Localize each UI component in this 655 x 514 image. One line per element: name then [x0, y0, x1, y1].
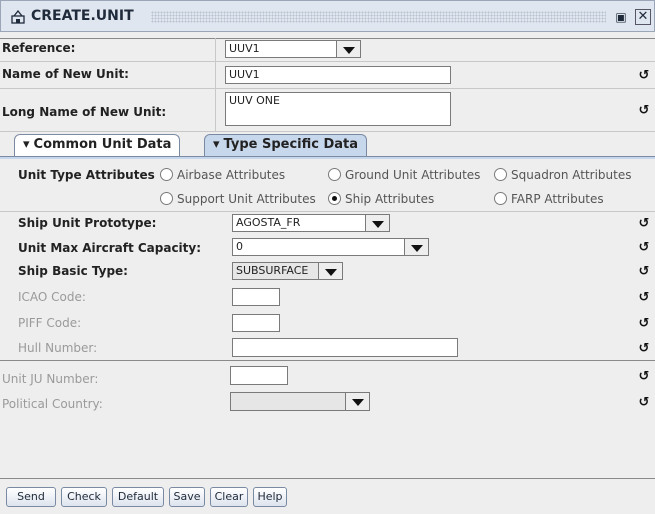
separator [0, 211, 655, 212]
separator [0, 478, 655, 479]
chevron-down-icon[interactable] [345, 393, 369, 410]
chevron-down-icon[interactable] [365, 215, 389, 231]
undo-icon[interactable]: ↺ [636, 240, 652, 256]
ship-prototype-value: AGOSTA_FR [236, 216, 301, 229]
separator [0, 360, 655, 361]
separator [0, 38, 655, 39]
maximize-icon[interactable]: ▣ [613, 9, 629, 25]
undo-icon[interactable]: ↺ [636, 395, 652, 411]
help-button[interactable]: Help [253, 487, 287, 507]
radio-ground-unit[interactable]: Ground Unit Attributes [328, 168, 480, 182]
undo-icon[interactable]: ↺ [636, 341, 652, 357]
reference-label: Reference: [2, 41, 76, 55]
title-bar: CREATE.UNIT ▣ ✕ [0, 0, 655, 32]
tab-underline [0, 156, 655, 159]
separator [0, 61, 655, 62]
unit-ju-field[interactable] [230, 366, 288, 385]
radio-label: Support Unit Attributes [177, 192, 316, 206]
clear-button[interactable]: Clear [210, 487, 248, 507]
unit-type-label: Unit Type Attributes [18, 168, 155, 182]
chevron-down-icon[interactable] [404, 239, 428, 255]
tab-common-unit-data[interactable]: ▾ Common Unit Data [14, 134, 181, 156]
political-country-select[interactable] [230, 392, 370, 411]
undo-icon[interactable]: ↺ [636, 216, 652, 232]
undo-icon[interactable]: ↺ [636, 68, 652, 84]
chevron-down-icon: ▾ [23, 137, 30, 152]
close-icon[interactable]: ✕ [635, 9, 651, 25]
undo-icon[interactable]: ↺ [636, 103, 652, 119]
hull-label: Hull Number: [18, 341, 98, 355]
hull-field[interactable] [232, 338, 458, 357]
radio-support-unit[interactable]: Support Unit Attributes [160, 192, 316, 206]
send-button[interactable]: Send [6, 487, 56, 507]
tab-label: Type Specific Data [223, 137, 359, 152]
radio-ship[interactable]: Ship Attributes [328, 192, 434, 206]
undo-icon[interactable]: ↺ [636, 316, 652, 332]
title-grip[interactable] [151, 11, 606, 23]
reference-value: UUV1 [229, 42, 260, 55]
max-aircraft-label: Unit Max Aircraft Capacity: [18, 241, 202, 255]
window-title: CREATE.UNIT [31, 8, 134, 24]
ship-basic-type-select[interactable]: SUBSURFACE [232, 262, 343, 280]
long-name-field[interactable]: UUV ONE [225, 92, 451, 126]
default-button[interactable]: Default [112, 487, 164, 507]
radio-dot[interactable] [494, 168, 507, 181]
radio-airbase[interactable]: Airbase Attributes [160, 168, 285, 182]
separator [0, 131, 655, 132]
chevron-down-icon: ▾ [213, 137, 220, 152]
chevron-down-icon[interactable] [336, 41, 360, 57]
unit-ju-label: Unit JU Number: [2, 372, 99, 386]
ship-prototype-label: Ship Unit Prototype: [18, 216, 157, 230]
radio-label: Ground Unit Attributes [345, 168, 481, 182]
radio-farp[interactable]: FARP Attributes [494, 192, 604, 206]
save-button[interactable]: Save [169, 487, 205, 507]
radio-label: FARP Attributes [511, 192, 604, 206]
tab-type-specific-data[interactable]: ▾ Type Specific Data [204, 134, 368, 156]
separator [0, 88, 655, 89]
name-label: Name of New Unit: [2, 67, 129, 81]
radio-label: Ship Attributes [345, 192, 435, 206]
chevron-down-icon[interactable] [318, 263, 342, 279]
ship-prototype-select[interactable]: AGOSTA_FR [232, 214, 390, 232]
reference-select[interactable]: UUV1 [225, 40, 361, 58]
max-aircraft-select[interactable]: 0 [232, 238, 429, 256]
tab-label: Common Unit Data [33, 137, 172, 152]
check-button[interactable]: Check [61, 487, 107, 507]
piff-label: PIFF Code: [18, 316, 82, 330]
radio-dot[interactable] [160, 192, 173, 205]
name-field[interactable]: UUV1 [225, 66, 451, 84]
long-name-label: Long Name of New Unit: [2, 105, 167, 119]
undo-icon[interactable]: ↺ [636, 290, 652, 306]
icao-label: ICAO Code: [18, 290, 86, 304]
separator [215, 38, 216, 132]
max-aircraft-value: 0 [236, 240, 243, 253]
radio-label: Squadron Attributes [511, 168, 632, 182]
political-country-label: Political Country: [2, 397, 103, 411]
radio-label: Airbase Attributes [177, 168, 286, 182]
radio-squadron[interactable]: Squadron Attributes [494, 168, 631, 182]
undo-icon[interactable]: ↺ [636, 264, 652, 280]
radio-dot[interactable] [494, 192, 507, 205]
piff-field[interactable] [232, 314, 280, 332]
unit-icon [11, 10, 25, 24]
undo-icon[interactable]: ↺ [636, 369, 652, 385]
radio-dot[interactable] [160, 168, 173, 181]
icao-field[interactable] [232, 288, 280, 306]
ship-basic-type-label: Ship Basic Type: [18, 264, 128, 278]
ship-basic-type-value: SUBSURFACE [236, 264, 309, 277]
radio-dot[interactable] [328, 168, 341, 181]
radio-dot-selected[interactable] [328, 192, 341, 205]
